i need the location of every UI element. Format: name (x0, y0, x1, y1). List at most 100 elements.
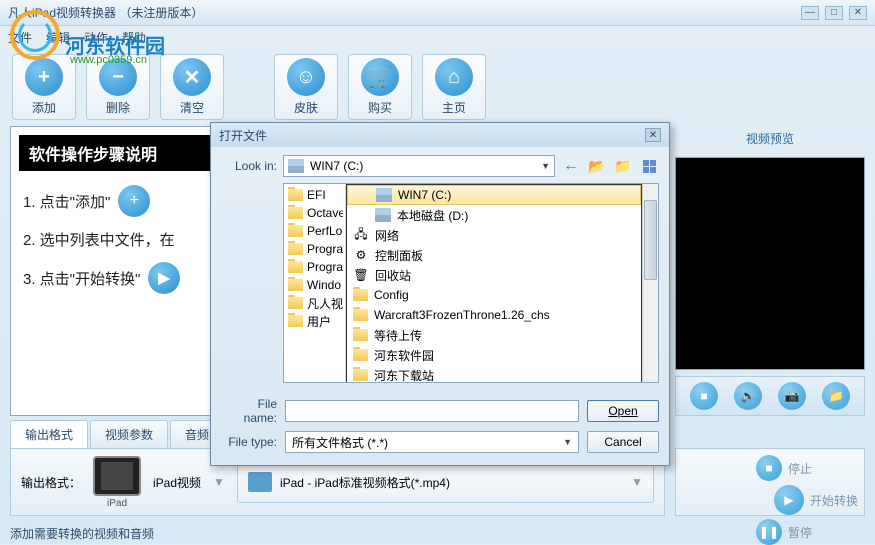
location-dropdown-list: WIN7 (C:)本地磁盘 (D:)🖧网络⚙控制面板🗑回收站ConfigWarc… (346, 184, 642, 382)
dropdown-item[interactable]: 河东下载站 (347, 365, 641, 382)
menu-action[interactable]: 动作 (84, 29, 108, 46)
folder-button[interactable]: 📁 (822, 382, 850, 410)
format-label: 输出格式： (21, 474, 81, 491)
home-icon: ⌂ (435, 58, 473, 96)
preview-panel: 视频预览 ■ 🔊 📷 📁 (675, 126, 865, 416)
dropdown-item[interactable]: 河东软件园 (347, 345, 641, 365)
window-controls: — □ ✕ (801, 6, 867, 20)
format-dropdown[interactable]: iPad - iPad标准视频格式(*.mp4) ▼ (237, 461, 654, 503)
scroll-thumb[interactable] (644, 200, 657, 280)
folder-icon (288, 279, 303, 291)
drive-icon (288, 159, 304, 173)
volume-button[interactable]: 🔊 (734, 382, 762, 410)
tab-video-params[interactable]: 视频参数 (90, 420, 168, 448)
folder-item[interactable]: EFI (286, 186, 343, 204)
dropdown-item[interactable]: Config (347, 285, 641, 305)
folder-icon (288, 189, 303, 201)
minimize-button[interactable]: — (801, 6, 819, 20)
file-browser: EFIOctavePerfLoPrograPrograWindo凡人视用户 WI… (283, 183, 659, 383)
ipad-icon (93, 456, 141, 496)
open-button[interactable]: Open (587, 400, 659, 422)
control-panel-icon: ⚙ (353, 248, 369, 262)
dropdown-item[interactable]: Warcraft3FrozenThrone1.26_chs (347, 305, 641, 325)
dropdown-item[interactable]: 等待上传 (347, 325, 641, 345)
recycle-bin-icon: 🗑 (353, 268, 369, 282)
open-file-dialog: 打开文件 ✕ Look in: WIN7 (C:) ▼ ← 📂 📁 EFIOct… (210, 122, 670, 466)
dropdown-item[interactable]: 本地磁盘 (D:) (347, 205, 641, 225)
menu-edit[interactable]: 编辑 (46, 29, 70, 46)
drive-icon (376, 188, 392, 202)
dialog-title: 打开文件 (219, 127, 645, 144)
folder-icon (353, 289, 368, 301)
close-button[interactable]: ✕ (849, 6, 867, 20)
dropdown-item[interactable]: ⚙控制面板 (347, 245, 641, 265)
plus-icon: + (25, 58, 63, 96)
drive-icon (375, 208, 391, 222)
folder-tree[interactable]: EFIOctavePerfLoPrograPrograWindo凡人视用户 (284, 184, 346, 382)
folder-icon (288, 297, 303, 309)
format-icon (248, 472, 272, 492)
view-mode-button[interactable] (639, 156, 659, 176)
home-button[interactable]: ⌂ 主页 (422, 54, 486, 120)
lookin-row: Look in: WIN7 (C:) ▼ ← 📂 📁 (221, 155, 659, 177)
action-panel: ■ 停止 ▶ 开始转换 ❚❚ 暂停 (675, 448, 865, 516)
dropdown-item[interactable]: 🗑回收站 (347, 265, 641, 285)
back-button[interactable]: ← (561, 156, 581, 176)
dropdown-item[interactable]: 🖧网络 (347, 225, 641, 245)
folder-item[interactable]: 凡人视 (286, 294, 343, 312)
new-folder-button[interactable]: 📁 (613, 156, 633, 176)
folder-icon (353, 309, 368, 321)
filename-input[interactable] (285, 400, 579, 422)
buy-button[interactable]: 🛒 购买 (348, 54, 412, 120)
lookin-dropdown[interactable]: WIN7 (C:) ▼ (283, 155, 555, 177)
titlebar: 凡人iPad视频转换器 （未注册版本） — □ ✕ (0, 0, 875, 26)
device-name: iPad (107, 498, 127, 509)
skin-button[interactable]: ☺ 皮肤 (274, 54, 338, 120)
network-icon: 🖧 (353, 228, 369, 242)
folder-icon (353, 329, 368, 341)
preview-label: 视频预览 (675, 126, 865, 151)
chevron-down-icon: ▼ (541, 161, 550, 171)
folder-item[interactable]: Progra (286, 258, 343, 276)
filetype-label: File type: (221, 435, 277, 449)
dialog-close-button[interactable]: ✕ (645, 128, 661, 142)
video-preview (675, 157, 865, 370)
file-list-area[interactable]: WIN7 (C:)本地磁盘 (D:)🖧网络⚙控制面板🗑回收站ConfigWarc… (346, 184, 658, 382)
menu-help[interactable]: 帮助 (122, 29, 146, 46)
folder-item[interactable]: Windo (286, 276, 343, 294)
folder-item[interactable]: 用户 (286, 312, 343, 330)
scrollbar[interactable] (642, 184, 658, 382)
lookin-label: Look in: (221, 159, 277, 173)
add-button[interactable]: + 添加 (12, 54, 76, 120)
minus-icon: − (99, 58, 137, 96)
cart-icon: 🛒 (361, 58, 399, 96)
dropdown-item[interactable]: WIN7 (C:) (347, 185, 641, 205)
plus-icon: + (118, 185, 150, 217)
status-bar: 添加需要转换的视频和音频 (0, 522, 875, 544)
delete-button[interactable]: − 删除 (86, 54, 150, 120)
start-convert-button[interactable]: ▶ (774, 485, 804, 515)
clear-icon: ✕ (173, 58, 211, 96)
folder-icon (288, 261, 303, 273)
chevron-down-icon: ▼ (563, 437, 572, 447)
maximize-button[interactable]: □ (825, 6, 843, 20)
play-icon: ▶ (148, 262, 180, 294)
clear-button[interactable]: ✕ 清空 (160, 54, 224, 120)
snapshot-button[interactable]: 📷 (778, 382, 806, 410)
folder-item[interactable]: Progra (286, 240, 343, 258)
folder-item[interactable]: Octave (286, 204, 343, 222)
device-label: iPad视频 (153, 474, 201, 491)
filetype-dropdown[interactable]: 所有文件格式 (*.*) ▼ (285, 431, 579, 453)
stop-button[interactable]: ■ (756, 455, 782, 481)
media-controls: ■ 🔊 📷 📁 (675, 376, 865, 416)
folder-icon (288, 225, 303, 237)
folder-icon (288, 315, 303, 327)
menu-file[interactable]: 文件 (8, 29, 32, 46)
folder-icon (353, 349, 368, 361)
toolbar: + 添加 − 删除 ✕ 清空 ☺ 皮肤 🛒 购买 ⌂ 主页 (0, 48, 875, 126)
stop-media-button[interactable]: ■ (690, 382, 718, 410)
cancel-button[interactable]: Cancel (587, 431, 659, 453)
up-folder-button[interactable]: 📂 (587, 156, 607, 176)
tab-output-format[interactable]: 输出格式 (10, 420, 88, 448)
folder-item[interactable]: PerfLo (286, 222, 343, 240)
